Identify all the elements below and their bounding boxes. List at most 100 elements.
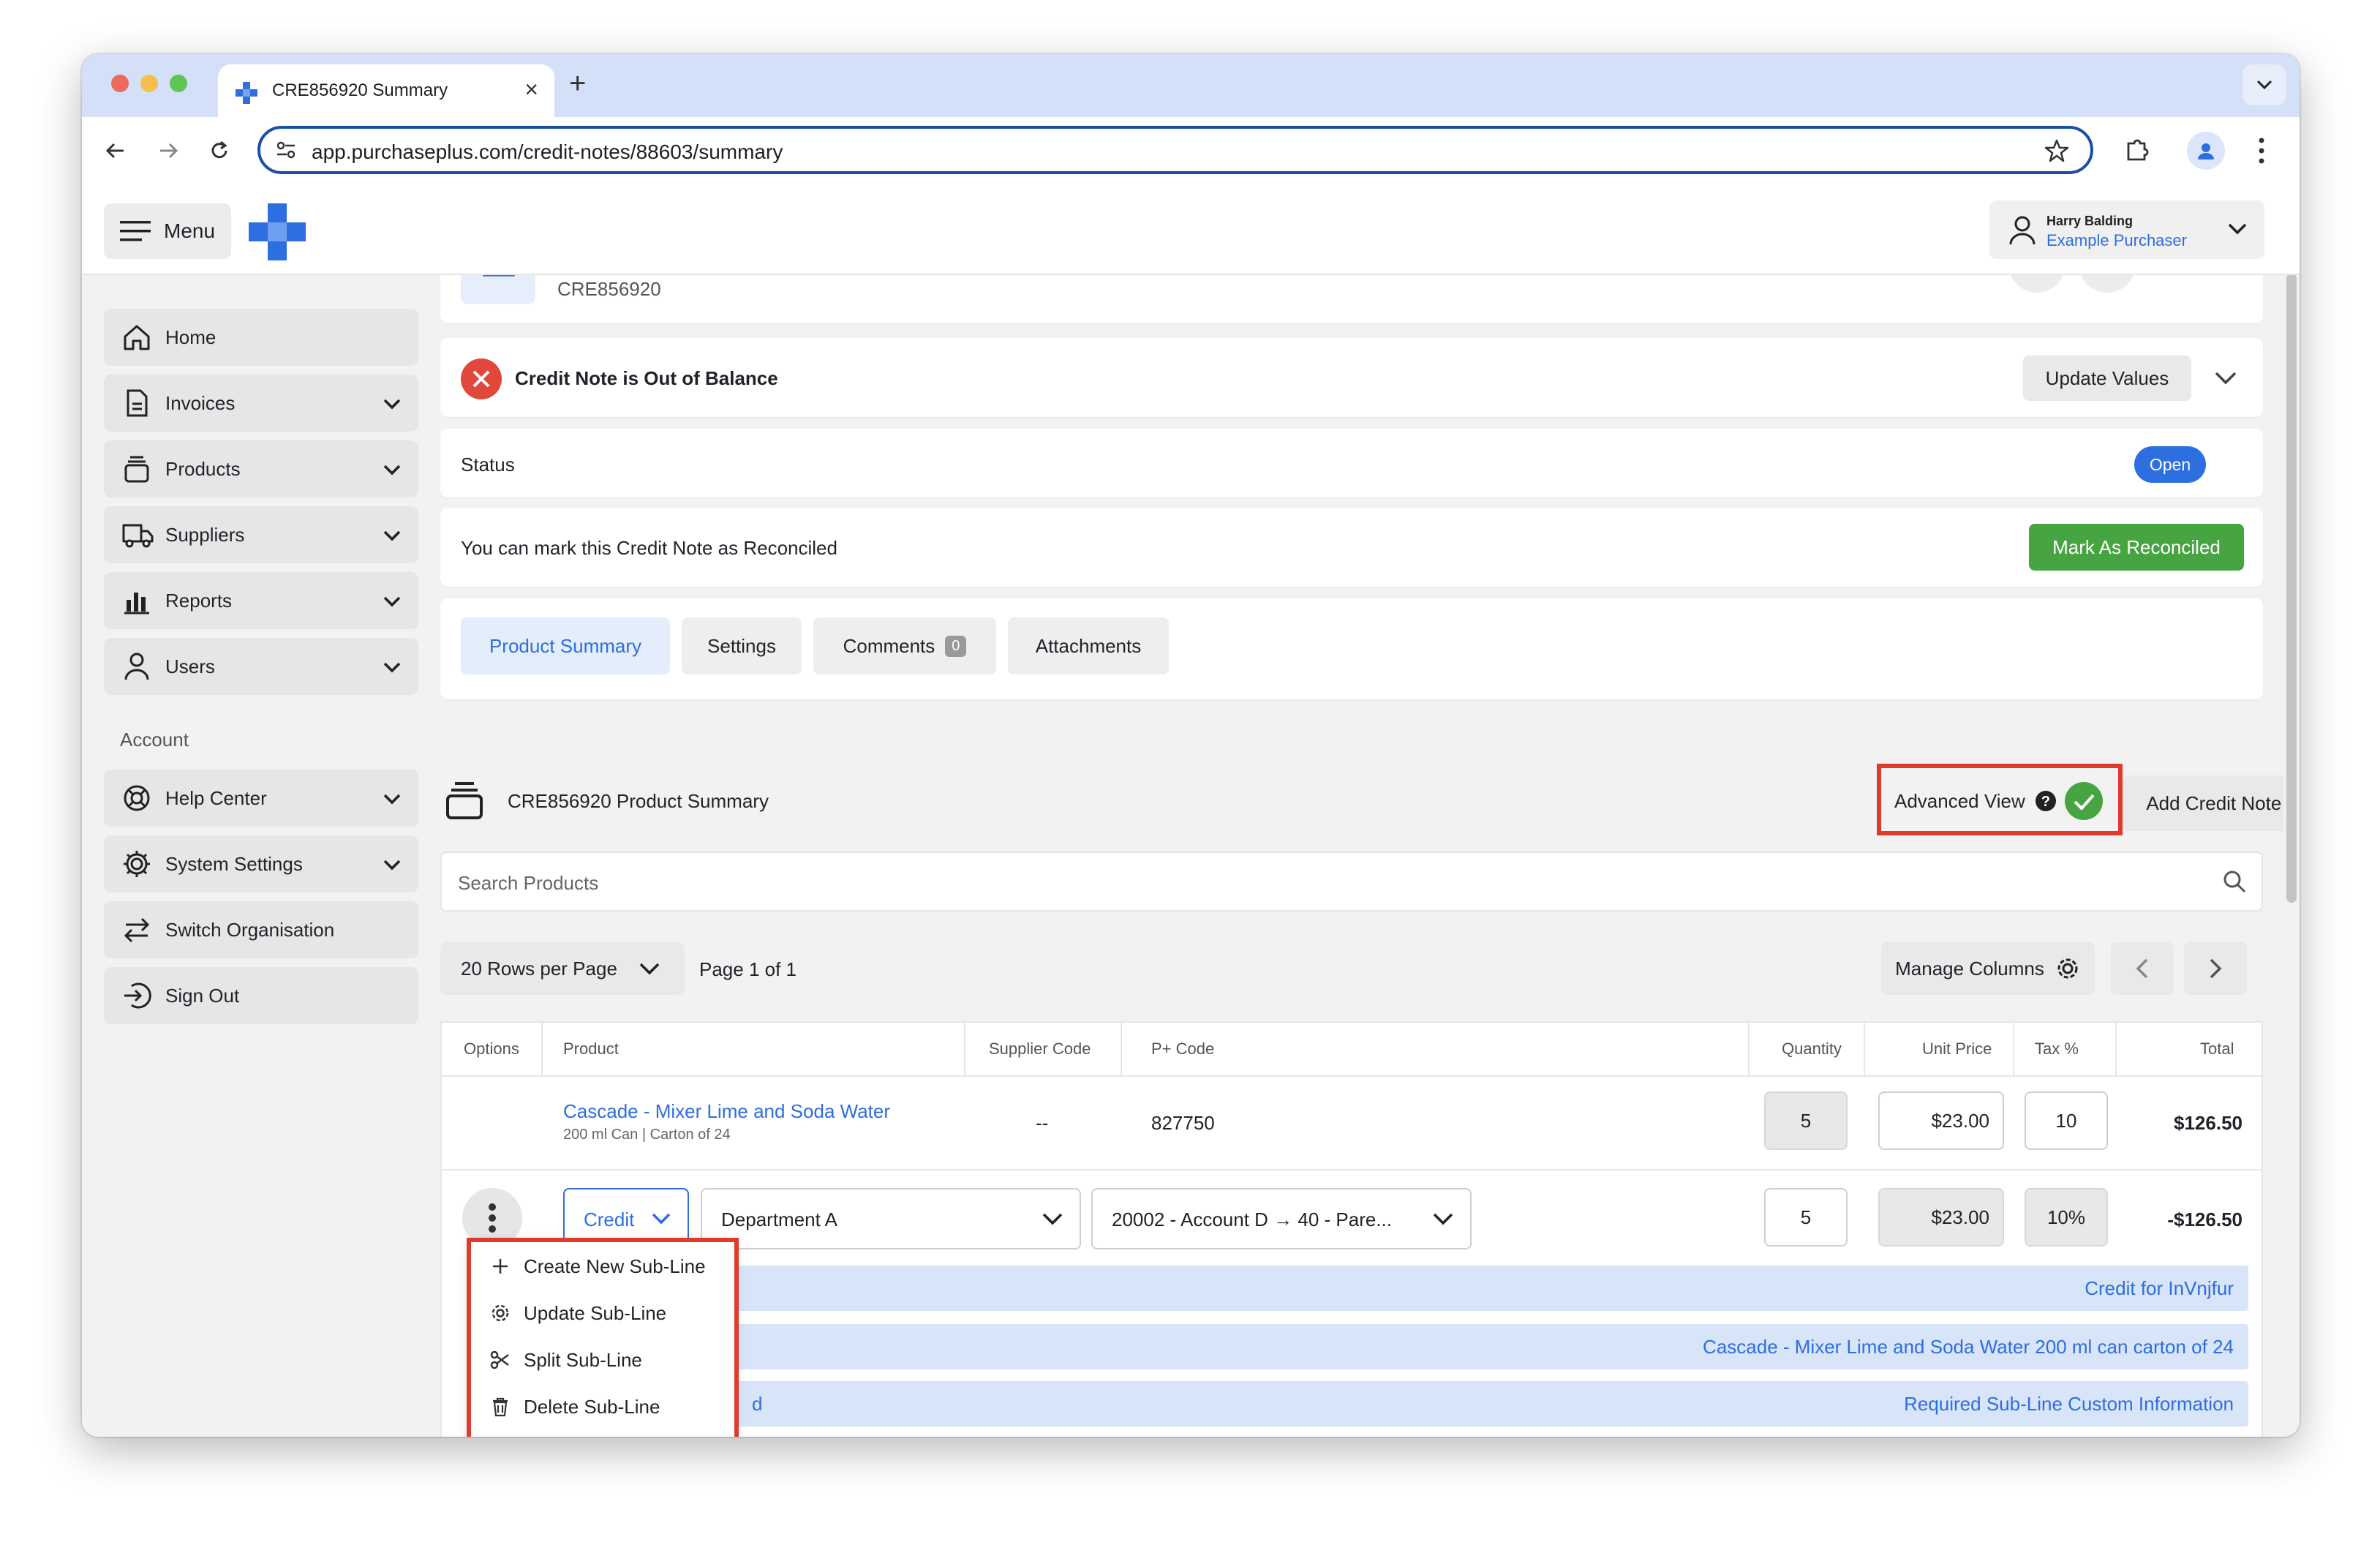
forward-icon[interactable] [152, 135, 184, 167]
status-label: Status [461, 454, 515, 475]
sidebar-item-sign-out[interactable]: Sign Out [104, 967, 418, 1024]
purchaseplus-favicon-icon [236, 82, 257, 104]
window-close-button[interactable] [111, 75, 129, 92]
reconcile-card: You can mark this Credit Note as Reconci… [440, 508, 2263, 587]
sidebar-item-invoices[interactable]: Invoices [104, 375, 418, 432]
site-settings-icon[interactable] [275, 139, 297, 161]
page-scrollbar[interactable] [2283, 274, 2300, 1437]
rows-per-page-label: 20 Rows per Page [461, 957, 617, 980]
sub-line-tax: 10% [2025, 1188, 2108, 1247]
sidebar-item-system-settings[interactable]: System Settings [104, 835, 418, 892]
chevron-down-icon[interactable] [2213, 367, 2238, 389]
menu-button[interactable]: Menu [104, 203, 231, 259]
user-menu-button[interactable]: Harry Balding Example Purchaser [1989, 200, 2264, 259]
account-value: 20002 - Account D → 40 - Pare... [1112, 1208, 1392, 1230]
supplier-code-value: -- [1036, 1112, 1049, 1134]
column-header-quantity[interactable]: Quantity [1782, 1023, 1842, 1075]
home-icon [124, 325, 150, 350]
chevron-down-icon [383, 860, 401, 871]
next-page-button[interactable] [2184, 942, 2247, 995]
column-header-options: Options [464, 1040, 519, 1058]
error-icon [461, 358, 502, 399]
manage-columns-button[interactable]: Manage Columns [1881, 942, 2095, 995]
browser-profile-icon[interactable] [2187, 132, 2225, 170]
status-badge: Open [2134, 446, 2206, 483]
user-icon [124, 653, 149, 680]
chevron-down-icon [652, 1213, 671, 1225]
search-input[interactable]: Search Products [440, 852, 2263, 911]
sidebar-item-home[interactable]: Home [104, 309, 418, 366]
tab-comments[interactable]: Comments 0 [813, 617, 996, 674]
tax-input[interactable]: 10 [2025, 1091, 2108, 1150]
sidebar-item-reports[interactable]: Reports [104, 572, 418, 629]
sub-line-info-credit[interactable]: Credit for InVnjfur [712, 1266, 2248, 1311]
scrollbar-thumb[interactable] [2286, 274, 2297, 903]
department-select[interactable]: Department A [701, 1188, 1081, 1249]
bookmark-star-icon[interactable] [2044, 138, 2070, 164]
chevron-down-icon [2256, 80, 2272, 90]
chevron-right-icon [2210, 958, 2222, 979]
tab-search-button[interactable] [2242, 64, 2286, 105]
hamburger-icon [120, 221, 151, 241]
page-info: Page 1 of 1 [699, 958, 797, 980]
rows-per-page-select[interactable]: 20 Rows per Page [440, 942, 685, 995]
chevron-down-icon [383, 465, 401, 475]
chevron-down-icon [383, 794, 401, 805]
new-tab-icon[interactable]: + [569, 67, 586, 100]
sub-line-unit-price: $23.00 [1878, 1188, 2004, 1247]
back-icon[interactable] [99, 135, 132, 167]
sub-line-info-custom[interactable]: d Required Sub-Line Custom Information [712, 1381, 2248, 1426]
tab-attachments[interactable]: Attachments [1008, 617, 1169, 674]
sub-line-info-description[interactable]: Cascade - Mixer Lime and Soda Water 200 … [712, 1324, 2248, 1369]
browser-menu-icon[interactable] [2254, 135, 2269, 167]
chevron-down-icon [639, 963, 660, 975]
chevron-down-icon [383, 399, 401, 410]
user-icon [2009, 216, 2036, 245]
address-bar[interactable]: app.purchaseplus.com/credit-notes/88603/… [257, 126, 2093, 174]
window-zoom-button[interactable] [170, 75, 187, 92]
browser-tab[interactable]: CRE856920 Summary × [218, 64, 554, 117]
chevron-down-icon [383, 530, 401, 541]
mark-as-reconciled-button[interactable]: Mark As Reconciled [2029, 524, 2244, 571]
sidebar-item-products[interactable]: Products [104, 440, 418, 497]
purchaseplus-logo-icon[interactable] [249, 203, 306, 260]
previous-page-button[interactable] [2111, 942, 2174, 995]
sidebar-item-switch-organisation[interactable]: Switch Organisation [104, 901, 418, 958]
sidebar-item-suppliers[interactable]: Suppliers [104, 506, 418, 563]
options-menu-highlight [467, 1238, 739, 1437]
tab-comments-label: Comments [843, 634, 935, 657]
extensions-icon[interactable] [2123, 135, 2152, 164]
sub-line-quantity-input[interactable]: 5 [1764, 1188, 1848, 1247]
window-minimize-button[interactable] [140, 75, 158, 92]
add-credit-note-line-button[interactable]: Add Credit Note Line [2123, 775, 2300, 831]
column-header-supplier-code[interactable]: Supplier Code [989, 1023, 1091, 1075]
sidebar-item-help-center[interactable]: Help Center [104, 770, 418, 827]
column-header-p-code[interactable]: P+ Code [1151, 1023, 1214, 1075]
reload-icon[interactable] [203, 135, 236, 167]
chevron-down-icon [1433, 1213, 1453, 1225]
column-header-unit-price[interactable]: Unit Price [1922, 1023, 1992, 1075]
tab-settings[interactable]: Settings [682, 617, 802, 674]
column-header-total[interactable]: Total [2200, 1023, 2234, 1075]
sidebar-item-label: Reports [165, 590, 233, 612]
product-detail: 200 ml Can | Carton of 24 [563, 1127, 731, 1143]
product-summary-title: CRE856920 Product Summary [508, 790, 769, 812]
product-name-link[interactable]: Cascade - Mixer Lime and Soda Water [563, 1100, 890, 1123]
sub-line-info-text: Credit for InVnjfur [2085, 1277, 2234, 1299]
column-header-tax[interactable]: Tax % [2035, 1023, 2079, 1075]
user-role: Example Purchaser [2046, 231, 2187, 249]
sidebar-item-users[interactable]: Users [104, 638, 418, 695]
tab-close-icon[interactable]: × [524, 76, 538, 103]
chevron-left-icon [2136, 958, 2148, 979]
tab-product-summary[interactable]: Product Summary [461, 617, 670, 674]
update-values-button[interactable]: Update Values [2023, 356, 2191, 401]
column-header-product[interactable]: Product [563, 1023, 619, 1075]
sidebar-item-label: Invoices [165, 392, 236, 414]
unit-price-input[interactable]: $23.00 [1878, 1091, 2004, 1150]
chevron-down-icon [383, 596, 401, 607]
account-select[interactable]: 20002 - Account D → 40 - Pare... [1091, 1188, 1472, 1249]
products-icon [124, 456, 149, 483]
menu-label: Menu [164, 219, 216, 242]
search-icon[interactable] [2222, 869, 2247, 894]
sidebar-item-label: Help Center [165, 787, 267, 809]
